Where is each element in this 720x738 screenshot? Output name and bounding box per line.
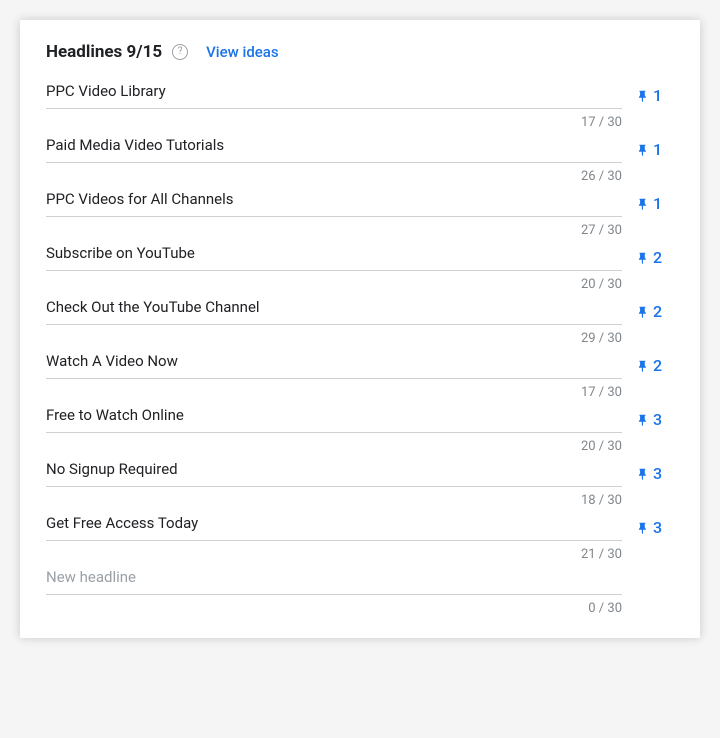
pin-icon (636, 196, 650, 212)
headline-row: Paid Media Video Tutorials 26 / 30 1 (46, 130, 674, 184)
char-counter: 20 / 30 (581, 277, 622, 292)
char-counter: 29 / 30 (581, 331, 622, 346)
headline-text[interactable]: No Signup Required (46, 454, 622, 486)
pin-control[interactable]: 1 (636, 130, 674, 159)
headline-field: No Signup Required 18 / 30 (46, 454, 622, 508)
counter-row: 18 / 30 (46, 487, 622, 508)
pin-control[interactable]: 2 (636, 238, 674, 267)
char-counter: 26 / 30 (581, 169, 622, 184)
char-counter: 18 / 30 (581, 493, 622, 508)
counter-row: 27 / 30 (46, 217, 622, 238)
headline-field: New headline 0 / 30 (46, 562, 622, 616)
headline-field: Free to Watch Online 20 / 30 (46, 400, 622, 454)
pin-control[interactable]: 3 (636, 400, 674, 429)
headline-row: PPC Video Library 17 / 30 1 (46, 76, 674, 130)
headline-field: Get Free Access Today 21 / 30 (46, 508, 622, 562)
headline-text[interactable]: Watch A Video Now (46, 346, 622, 378)
headline-text[interactable]: PPC Video Library (46, 76, 622, 108)
view-ideas-link[interactable]: View ideas (206, 43, 279, 61)
headline-text[interactable]: Free to Watch Online (46, 400, 622, 432)
headline-text[interactable]: Get Free Access Today (46, 508, 622, 540)
pin-position: 3 (653, 464, 662, 483)
headline-field: PPC Video Library 17 / 30 (46, 76, 622, 130)
pin-position: 2 (653, 248, 662, 267)
char-counter: 17 / 30 (581, 115, 622, 130)
char-counter: 27 / 30 (581, 223, 622, 238)
pin-control[interactable]: 1 (636, 184, 674, 213)
headline-row: Subscribe on YouTube 20 / 30 2 (46, 238, 674, 292)
pin-control[interactable]: 2 (636, 292, 674, 321)
headline-row: Free to Watch Online 20 / 30 3 (46, 400, 674, 454)
counter-row: 17 / 30 (46, 379, 622, 400)
pin-position: 1 (653, 86, 662, 105)
headline-row: PPC Videos for All Channels 27 / 30 1 (46, 184, 674, 238)
char-counter: 0 / 30 (588, 601, 622, 616)
section-title: Headlines 9/15 (46, 42, 162, 62)
pin-position: 1 (653, 194, 662, 213)
counter-row: 0 / 30 (46, 595, 622, 616)
headline-field: Paid Media Video Tutorials 26 / 30 (46, 130, 622, 184)
help-icon[interactable]: ? (172, 44, 188, 60)
pin-icon (636, 250, 650, 266)
headline-field: Subscribe on YouTube 20 / 30 (46, 238, 622, 292)
headlines-list: PPC Video Library17 / 301Paid Media Vide… (46, 76, 674, 616)
headline-row: Watch A Video Now 17 / 30 2 (46, 346, 674, 400)
pin-control[interactable]: 2 (636, 346, 674, 375)
headline-field: Check Out the YouTube Channel 29 / 30 (46, 292, 622, 346)
pin-icon (636, 304, 650, 320)
pin-icon (636, 142, 650, 158)
pin-position: 3 (653, 410, 662, 429)
headline-placeholder[interactable]: New headline (46, 562, 622, 594)
headline-text[interactable]: Subscribe on YouTube (46, 238, 622, 270)
pin-position: 3 (653, 518, 662, 537)
headline-field: PPC Videos for All Channels 27 / 30 (46, 184, 622, 238)
counter-row: 29 / 30 (46, 325, 622, 346)
new-headline-row: New headline 0 / 30 (46, 562, 674, 616)
char-counter: 21 / 30 (581, 547, 622, 562)
pin-position: 2 (653, 302, 662, 321)
headline-row: Check Out the YouTube Channel 29 / 30 2 (46, 292, 674, 346)
counter-row: 21 / 30 (46, 541, 622, 562)
pin-icon (636, 520, 650, 536)
char-counter: 17 / 30 (581, 385, 622, 400)
pin-position: 1 (653, 140, 662, 159)
pin-icon (636, 358, 650, 374)
counter-row: 20 / 30 (46, 433, 622, 454)
headline-row: No Signup Required 18 / 30 3 (46, 454, 674, 508)
counter-row: 20 / 30 (46, 271, 622, 292)
headline-field: Watch A Video Now 17 / 30 (46, 346, 622, 400)
counter-row: 17 / 30 (46, 109, 622, 130)
headlines-card: Headlines 9/15 ? View ideas PPC Video Li… (20, 20, 700, 638)
headline-text[interactable]: Check Out the YouTube Channel (46, 292, 622, 324)
headline-row: Get Free Access Today 21 / 30 3 (46, 508, 674, 562)
pin-icon (636, 466, 650, 482)
headline-text[interactable]: PPC Videos for All Channels (46, 184, 622, 216)
char-counter: 20 / 30 (581, 439, 622, 454)
pin-position: 2 (653, 356, 662, 375)
counter-row: 26 / 30 (46, 163, 622, 184)
pin-icon (636, 412, 650, 428)
header-row: Headlines 9/15 ? View ideas (46, 42, 674, 62)
pin-icon (636, 88, 650, 104)
pin-control[interactable]: 3 (636, 454, 674, 483)
pin-control[interactable]: 3 (636, 508, 674, 537)
headline-text[interactable]: Paid Media Video Tutorials (46, 130, 622, 162)
pin-control[interactable]: 1 (636, 76, 674, 105)
